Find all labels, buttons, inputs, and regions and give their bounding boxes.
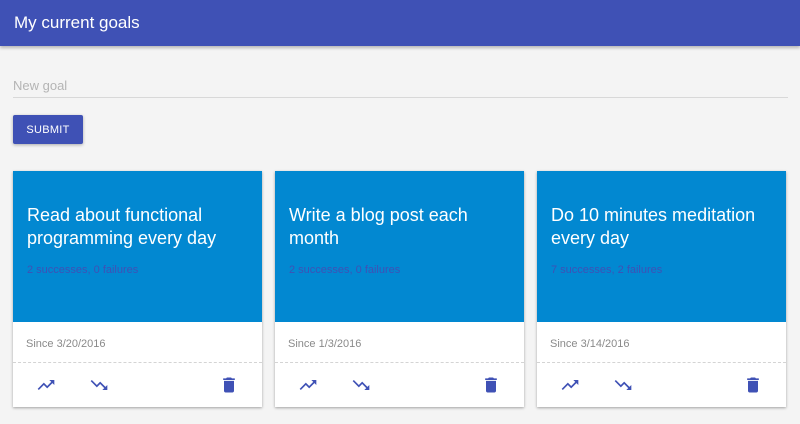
trending-up-button[interactable] <box>559 374 581 396</box>
goal-card-header: Do 10 minutes meditation every day 7 suc… <box>537 171 786 322</box>
trash-icon <box>485 377 497 393</box>
goal-card: Write a blog post each month 2 successes… <box>275 171 524 407</box>
goal-title: Read about functional programming every … <box>27 205 217 248</box>
new-goal-input[interactable] <box>13 74 788 97</box>
goal-stats: 7 successes, 2 failures <box>551 264 663 276</box>
new-goal-field <box>13 74 788 98</box>
goal-stats: 2 successes, 0 failures <box>289 264 401 276</box>
goal-card: Read about functional programming every … <box>13 171 262 407</box>
trash-icon <box>223 377 235 393</box>
card-divider <box>275 362 524 363</box>
app-bar: My current goals <box>0 0 800 46</box>
goal-card: Do 10 minutes meditation every day 7 suc… <box>537 171 786 407</box>
trending-up-icon <box>561 380 579 390</box>
delete-button[interactable] <box>218 374 240 396</box>
goal-card-header: Write a blog post each month 2 successes… <box>275 171 524 322</box>
page-title: My current goals <box>14 13 140 32</box>
trending-down-button[interactable] <box>612 374 634 396</box>
goal-stats: 2 successes, 0 failures <box>27 264 139 276</box>
trending-down-icon <box>90 380 108 390</box>
goal-since: Since 1/3/2016 <box>288 338 362 350</box>
goal-since: Since 3/14/2016 <box>550 338 630 350</box>
card-divider <box>537 362 786 363</box>
delete-button[interactable] <box>480 374 502 396</box>
card-divider <box>13 362 262 363</box>
trending-up-button[interactable] <box>297 374 319 396</box>
trending-down-button[interactable] <box>350 374 372 396</box>
goal-title: Write a blog post each month <box>289 205 468 248</box>
trash-icon <box>747 377 759 393</box>
trending-up-icon <box>37 380 55 390</box>
goal-card-header: Read about functional programming every … <box>13 171 262 322</box>
trending-up-button[interactable] <box>35 374 57 396</box>
delete-button[interactable] <box>742 374 764 396</box>
trending-down-button[interactable] <box>88 374 110 396</box>
goal-since: Since 3/20/2016 <box>26 338 106 350</box>
submit-button[interactable]: SUBMIT <box>13 115 83 144</box>
trending-down-icon <box>614 380 632 390</box>
trending-up-icon <box>299 380 317 390</box>
goal-title: Do 10 minutes meditation every day <box>551 205 756 248</box>
trending-down-icon <box>352 380 370 390</box>
